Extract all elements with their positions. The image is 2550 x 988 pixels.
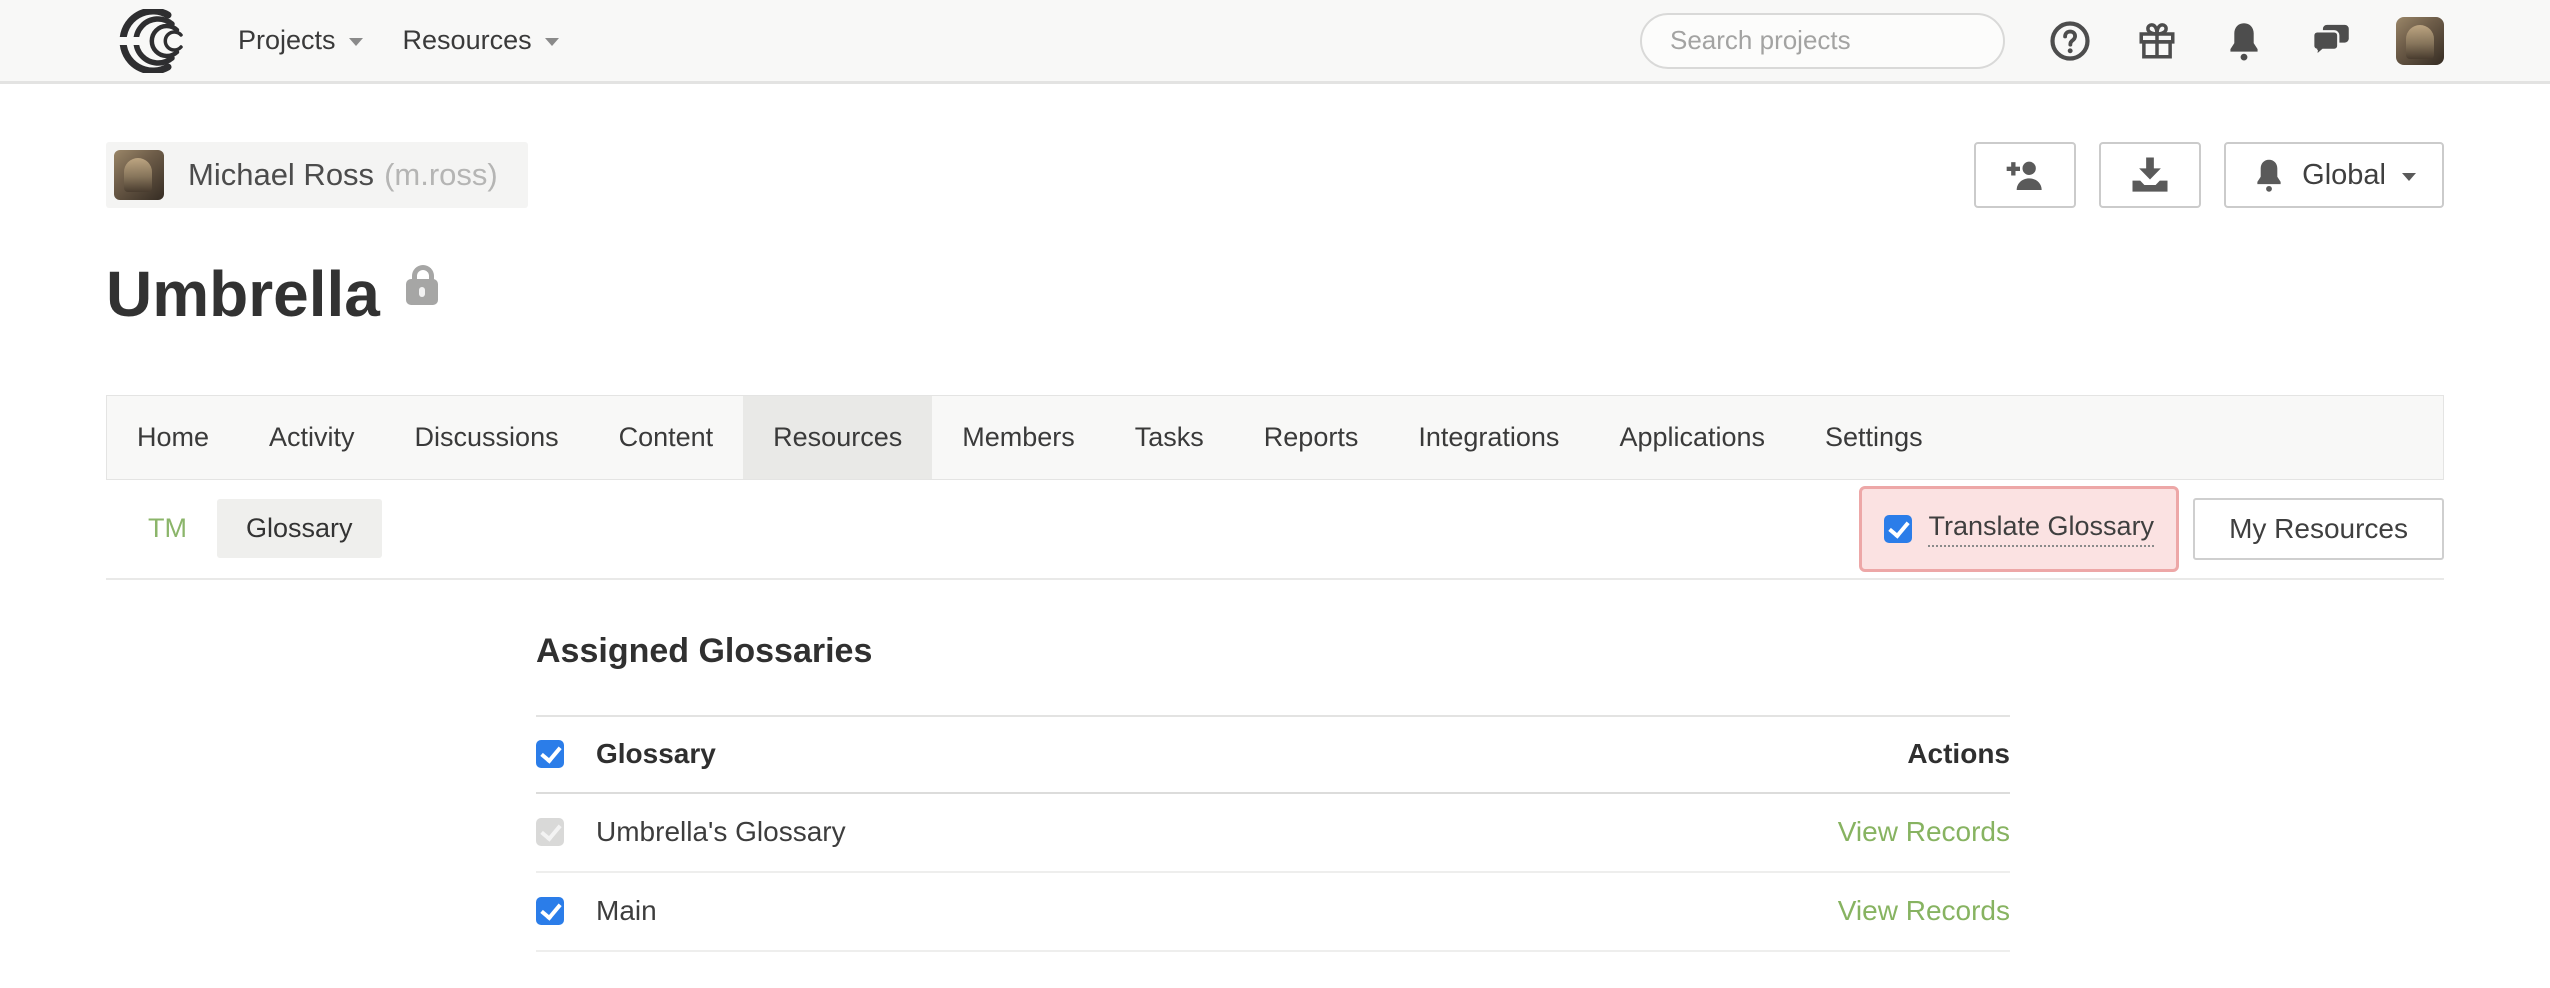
nav-resources-menu[interactable]: Resources — [403, 25, 559, 56]
invite-members-button[interactable] — [1974, 142, 2076, 208]
owner-username: (m.ross) — [384, 157, 498, 193]
my-resources-button[interactable]: My Resources — [2193, 498, 2444, 560]
tab-discussions[interactable]: Discussions — [385, 396, 589, 479]
nav-resources-label: Resources — [403, 25, 532, 56]
add-person-icon — [2003, 155, 2047, 195]
subnav-right-group: Translate Glossary My Resources — [1859, 486, 2444, 572]
notifications-icon[interactable] — [2222, 19, 2266, 63]
download-icon — [2127, 154, 2173, 196]
owner-name: Michael Ross — [188, 157, 374, 193]
assigned-glossaries-section: Assigned Glossaries Glossary Actions Umb… — [536, 632, 2010, 952]
visibility-dropdown-button[interactable]: Global — [2224, 142, 2444, 208]
table-row: Main View Records — [536, 873, 2010, 952]
tab-applications[interactable]: Applications — [1589, 396, 1795, 479]
page-header-row: Michael Ross (m.ross) — [106, 142, 2444, 208]
glossary-name: Umbrella's Glossary — [596, 816, 846, 848]
nav-projects-label: Projects — [238, 25, 336, 56]
nav-projects-menu[interactable]: Projects — [238, 25, 363, 56]
translate-glossary-checkbox[interactable] — [1884, 515, 1912, 543]
tab-content[interactable]: Content — [589, 396, 744, 479]
chevron-down-icon — [349, 38, 363, 46]
view-records-link[interactable]: View Records — [1838, 816, 2010, 848]
subnav-item-tm[interactable]: TM — [148, 513, 187, 544]
top-navigation-bar: Projects Resources — [0, 0, 2550, 84]
tab-home[interactable]: Home — [107, 396, 239, 479]
download-button[interactable] — [2099, 142, 2201, 208]
table-header-row: Glossary Actions — [536, 717, 2010, 794]
glossary-name: Main — [596, 895, 657, 927]
translate-glossary-highlight-box: Translate Glossary — [1859, 486, 2179, 572]
tab-tasks[interactable]: Tasks — [1105, 396, 1234, 479]
column-header-glossary: Glossary — [596, 738, 716, 770]
search-input[interactable] — [1670, 25, 2005, 56]
chevron-down-icon — [545, 38, 559, 46]
header-action-buttons: Global — [1951, 142, 2444, 208]
subnav-item-glossary[interactable]: Glossary — [217, 499, 382, 558]
bell-icon — [2252, 157, 2286, 193]
page-title: Umbrella — [106, 248, 380, 341]
select-all-checkbox[interactable] — [536, 740, 564, 768]
translate-glossary-label[interactable]: Translate Glossary — [1928, 511, 2154, 547]
glossaries-table: Glossary Actions Umbrella's Glossary Vie… — [536, 715, 2010, 952]
section-heading: Assigned Glossaries — [536, 632, 2010, 671]
table-row: Umbrella's Glossary View Records — [536, 794, 2010, 873]
row-checkbox[interactable] — [536, 897, 564, 925]
tab-resources[interactable]: Resources — [743, 396, 932, 479]
owner-avatar — [114, 150, 164, 200]
project-title-row: Umbrella — [106, 248, 2444, 341]
help-icon[interactable] — [2048, 19, 2092, 63]
project-owner-badge[interactable]: Michael Ross (m.ross) — [106, 142, 528, 208]
row-checkbox-disabled — [536, 818, 564, 846]
chevron-down-icon — [2402, 173, 2416, 181]
brand-logo-icon[interactable] — [106, 9, 198, 73]
tab-settings[interactable]: Settings — [1795, 396, 1953, 479]
tab-integrations[interactable]: Integrations — [1388, 396, 1589, 479]
messages-icon[interactable] — [2309, 19, 2353, 63]
column-header-actions: Actions — [1907, 738, 2010, 770]
view-records-link[interactable]: View Records — [1838, 895, 2010, 927]
lock-icon — [406, 279, 438, 305]
gift-icon[interactable] — [2135, 19, 2179, 63]
user-avatar[interactable] — [2396, 17, 2444, 65]
visibility-label: Global — [2302, 159, 2386, 192]
project-search — [1640, 13, 2005, 69]
resources-subnav: TM Glossary Translate Glossary My Resour… — [106, 480, 2444, 580]
tab-reports[interactable]: Reports — [1234, 396, 1389, 479]
tab-activity[interactable]: Activity — [239, 396, 385, 479]
project-tabs: Home Activity Discussions Content Resour… — [106, 395, 2444, 480]
subnav-left-group: TM Glossary — [106, 499, 382, 558]
tab-members[interactable]: Members — [932, 396, 1105, 479]
